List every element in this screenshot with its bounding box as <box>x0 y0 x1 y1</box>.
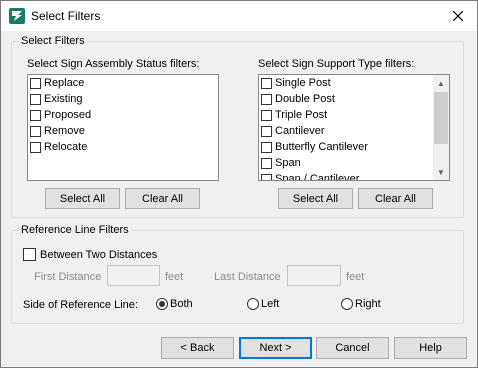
between-distances-label: Between Two Distances <box>40 248 158 261</box>
side-radio-both[interactable]: Both <box>156 298 193 310</box>
list-item-label: Relocate <box>44 141 88 153</box>
next-button[interactable]: Next > <box>239 337 312 359</box>
list-item[interactable]: Double Post <box>259 91 432 107</box>
first-distance-field[interactable] <box>107 265 160 286</box>
list-item-checkbox[interactable] <box>261 93 272 105</box>
support-clear-all-button[interactable]: Clear All <box>358 188 433 209</box>
list-item[interactable]: Span / Cantilever <box>259 171 432 181</box>
list-item[interactable]: Existing <box>28 91 218 107</box>
list-item[interactable]: Remove <box>28 123 218 139</box>
list-item-checkbox[interactable] <box>261 125 272 137</box>
first-distance-unit: feet <box>165 271 184 283</box>
reference-line-legend: Reference Line Filters <box>19 224 131 237</box>
radio-left[interactable] <box>247 298 259 310</box>
list-item-checkbox[interactable] <box>261 173 272 180</box>
close-icon <box>453 11 463 21</box>
flag-icon <box>9 8 25 24</box>
support-type-list[interactable]: Single Post Double Post Triple Post Cantile… <box>258 74 450 181</box>
side-radio-right[interactable]: Right <box>341 298 381 310</box>
scroll-up-icon[interactable]: ▲ <box>433 75 449 91</box>
window-title: Select Filters <box>31 9 101 23</box>
list-item-label: Remove <box>44 125 85 137</box>
list-item-checkbox[interactable] <box>30 93 41 105</box>
between-distances-box[interactable] <box>23 248 36 261</box>
radio-right[interactable] <box>341 298 353 310</box>
close-button[interactable] <box>447 5 469 27</box>
list-item[interactable]: Replace <box>28 75 218 91</box>
side-of-reference-label: Side of Reference Line: <box>23 299 138 311</box>
list-item-label: Span <box>275 157 301 169</box>
last-distance-field[interactable] <box>287 265 341 286</box>
list-item[interactable]: Relocate <box>28 139 218 155</box>
assembly-status-label: Select Sign Assembly Status filters: <box>27 58 200 70</box>
radio-both-label: Both <box>170 298 193 310</box>
support-select-all-button[interactable]: Select All <box>278 188 353 209</box>
list-item-checkbox[interactable] <box>30 77 41 89</box>
list-item-label: Replace <box>44 77 85 89</box>
assembly-clear-all-button[interactable]: Clear All <box>125 188 200 209</box>
list-item-label: Span / Cantilever <box>275 173 360 181</box>
radio-both[interactable] <box>156 298 168 310</box>
select-filters-dialog: Select Filters Select Filters Select Sig… <box>0 0 478 368</box>
list-item-checkbox[interactable] <box>261 141 272 153</box>
radio-right-label: Right <box>355 298 381 310</box>
list-item-label: Double Post <box>275 93 335 105</box>
help-button[interactable]: Help <box>394 337 467 359</box>
radio-left-label: Left <box>261 298 280 310</box>
assembly-select-all-button[interactable]: Select All <box>45 188 120 209</box>
list-item-label: Cantilever <box>275 125 325 137</box>
list-item[interactable]: Proposed <box>28 107 218 123</box>
back-button[interactable]: < Back <box>161 337 234 359</box>
list-item-label: Proposed <box>44 109 92 121</box>
list-item[interactable]: Span <box>259 155 432 171</box>
list-item-checkbox[interactable] <box>261 157 272 169</box>
list-item-checkbox[interactable] <box>261 77 272 89</box>
select-filters-legend: Select Filters <box>19 35 87 48</box>
list-item[interactable]: Triple Post <box>259 107 432 123</box>
list-item[interactable]: Butterfly Cantilever <box>259 139 432 155</box>
last-distance-unit: feet <box>346 271 365 283</box>
cancel-button[interactable]: Cancel <box>316 337 389 359</box>
list-item-label: Triple Post <box>275 109 328 121</box>
list-item-checkbox[interactable] <box>30 109 41 121</box>
list-item[interactable]: Single Post <box>259 75 432 91</box>
between-distances-checkbox[interactable]: Between Two Distances <box>23 248 157 261</box>
title-bar: Select Filters <box>1 1 477 31</box>
list-item-checkbox[interactable] <box>30 125 41 137</box>
assembly-status-list[interactable]: Replace Existing Proposed Remove Relocate <box>27 74 219 181</box>
side-radio-left[interactable]: Left <box>247 298 279 310</box>
list-item-label: Existing <box>44 93 83 105</box>
scroll-down-icon[interactable]: ▼ <box>433 164 449 180</box>
first-distance-label: First Distance <box>34 271 102 283</box>
list-item-label: Single Post <box>275 77 331 89</box>
list-item[interactable]: Cantilever <box>259 123 432 139</box>
last-distance-label: Last Distance <box>214 271 281 283</box>
support-type-label: Select Sign Support Type filters: <box>258 58 415 70</box>
support-list-scrollbar[interactable]: ▲ ▼ <box>433 75 449 180</box>
list-item-label: Butterfly Cantilever <box>275 141 368 153</box>
scroll-thumb[interactable] <box>434 92 448 144</box>
list-item-checkbox[interactable] <box>261 109 272 121</box>
list-item-checkbox[interactable] <box>30 141 41 153</box>
